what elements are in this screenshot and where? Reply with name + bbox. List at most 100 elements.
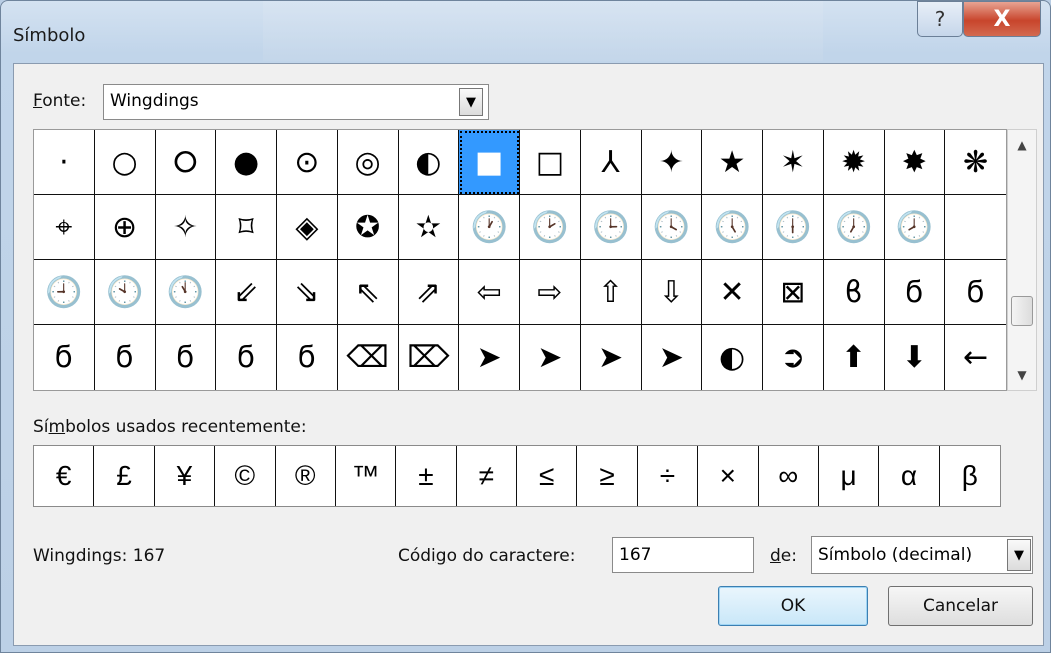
recent-symbol-cell[interactable]: ÷	[638, 446, 699, 506]
symbol-cell[interactable]: ◐	[398, 130, 460, 195]
char-code-label: Código do caractere:	[398, 546, 576, 566]
symbol-cell[interactable]: ⌖	[34, 195, 95, 260]
symbol-grid[interactable]: · ○ ⭘ ● ⊙ ◎ ◐ ■ □ ⅄ ✦ ★ ✶ ✹ ✸ ❋ ⌖ ⊕ ✧ ⌑ ◈ ✪ ✫ 🕐 🕑 🕒 🕓 🕔 🕕 🕖 🕗 🕘 🕙 🕚 ⇙ ⇘ ⇖ ⇗ ⇦ ⇨…	[33, 129, 1007, 391]
recent-symbol-cell[interactable]: ¥	[155, 446, 216, 506]
symbol-cell[interactable]: 🕒	[580, 195, 642, 260]
symbol-cell[interactable]: ◐	[702, 325, 763, 390]
from-dropdown-button[interactable]: ▼	[1007, 539, 1031, 571]
symbol-cell[interactable]: ■	[459, 130, 520, 195]
window-title: Símbolo	[13, 25, 86, 46]
font-select[interactable]: Wingdings	[103, 84, 489, 120]
symbol-cell[interactable]: ϐ	[823, 260, 885, 325]
symbol-cell[interactable]: ⅄	[580, 130, 642, 195]
symbol-cell[interactable]: ⇧	[580, 260, 642, 325]
recent-symbol-cell[interactable]: ∞	[759, 446, 819, 506]
from-select[interactable]: Símbolo (decimal)	[811, 536, 1033, 574]
symbol-cell[interactable]: ⌑	[216, 195, 277, 260]
scroll-down-icon[interactable]: ▼	[1008, 368, 1036, 382]
symbol-cell[interactable]: ⇖	[337, 260, 399, 325]
symbol-cell[interactable]: ❋	[945, 130, 1006, 195]
symbol-cell[interactable]: ✫	[398, 195, 460, 260]
symbol-cell[interactable]: ⊙	[277, 130, 338, 195]
symbol-cell[interactable]: 🕖	[823, 195, 885, 260]
cancel-button[interactable]: Cancelar	[888, 586, 1033, 626]
symbol-cell[interactable]: ·	[34, 130, 95, 195]
recent-symbol-cell[interactable]: ™	[336, 446, 397, 506]
font-dropdown-button[interactable]: ▼	[459, 88, 483, 116]
symbol-cell[interactable]: 🕙	[94, 260, 156, 325]
symbol-cell[interactable]: ◎	[337, 130, 399, 195]
symbol-cell[interactable]: ⊠	[763, 260, 824, 325]
symbol-cell[interactable]: ϭ	[884, 260, 946, 325]
recent-symbol-cell[interactable]: ≥	[577, 446, 638, 506]
symbol-cell[interactable]: 🕔	[702, 195, 763, 260]
scroll-up-icon[interactable]: ▲	[1008, 138, 1036, 152]
symbol-cell[interactable]: ➤	[642, 325, 703, 390]
help-button[interactable]: ?	[917, 1, 963, 37]
symbol-cell[interactable]: 🕗	[884, 195, 946, 260]
symbol-cell[interactable]: ⇘	[277, 260, 338, 325]
symbol-cell[interactable]: ➲	[763, 325, 824, 390]
symbol-cell[interactable]: ⊕	[94, 195, 156, 260]
recent-symbol-cell[interactable]: ×	[698, 446, 759, 506]
symbol-cell[interactable]: ⬆	[824, 325, 885, 390]
symbol-cell[interactable]: ⇗	[398, 260, 460, 325]
symbol-cell[interactable]: ←	[945, 325, 1006, 390]
font-label: Fonte:	[33, 91, 87, 111]
symbol-cell[interactable]: ϭ	[156, 325, 217, 390]
recent-symbol-cell[interactable]: ≤	[517, 446, 578, 506]
symbol-cell[interactable]: ⌦	[399, 325, 460, 390]
recent-symbol-cell[interactable]: ≠	[457, 446, 517, 506]
recent-symbol-cell[interactable]: £	[94, 446, 155, 506]
symbol-grid-scrollbar[interactable]: ▲ ▼	[1007, 129, 1037, 391]
symbol-cell[interactable]: ⌫	[338, 325, 399, 390]
symbol-cell[interactable]: ➤	[459, 325, 520, 390]
symbol-cell[interactable]: ϭ	[34, 325, 95, 390]
recent-symbol-cell[interactable]: ©	[215, 446, 276, 506]
recent-symbol-cell[interactable]: ®	[276, 446, 336, 506]
symbol-cell[interactable]: ◈	[277, 195, 338, 260]
symbol-cell[interactable]: ●	[216, 130, 277, 195]
symbol-cell[interactable]: 🕑	[520, 195, 581, 260]
symbol-cell[interactable]: ⇩	[641, 260, 703, 325]
symbol-cell[interactable]: ○	[94, 130, 156, 195]
symbol-cell[interactable]: ϭ	[216, 325, 277, 390]
symbol-cell[interactable]: 🕐	[459, 195, 520, 260]
symbol-cell[interactable]: 🕘	[34, 260, 95, 325]
symbol-cell[interactable]	[945, 195, 1006, 260]
recent-symbol-cell[interactable]: ±	[396, 446, 457, 506]
symbol-cell[interactable]: ϭ	[95, 325, 156, 390]
symbol-cell[interactable]: ⬇	[885, 325, 946, 390]
dialog-window: Símbolo ? X Fonte: Wingdings ▼ · ○ ⭘ ● ⊙ ◎ ◐ ■ □…	[0, 0, 1051, 653]
chevron-down-icon: ▼	[466, 94, 476, 110]
symbol-cell[interactable]: ★	[702, 130, 763, 195]
recent-symbol-cell[interactable]: β	[940, 446, 1000, 506]
symbol-cell[interactable]: ➤	[581, 325, 642, 390]
symbol-cell[interactable]: ✦	[641, 130, 703, 195]
scrollbar-thumb[interactable]	[1011, 296, 1033, 326]
symbol-cell[interactable]: 🕓	[641, 195, 703, 260]
symbol-cell[interactable]: 🕕	[763, 195, 824, 260]
symbol-cell[interactable]: 🕚	[155, 260, 217, 325]
recent-symbol-cell[interactable]: μ	[819, 446, 880, 506]
symbol-cell[interactable]: ➤	[520, 325, 581, 390]
symbol-cell[interactable]: ⇨	[520, 260, 581, 325]
symbol-cell[interactable]: ✶	[763, 130, 824, 195]
symbol-cell[interactable]: ✧	[155, 195, 217, 260]
recent-symbol-cell[interactable]: €	[34, 446, 95, 506]
recent-symbol-cell[interactable]: α	[879, 446, 940, 506]
char-code-input[interactable]: 167	[612, 537, 754, 573]
ok-button[interactable]: OK	[718, 586, 868, 626]
symbol-cell[interactable]: ⭘	[155, 130, 217, 195]
symbol-cell[interactable]: ✪	[337, 195, 399, 260]
recent-symbols-grid[interactable]: € £ ¥ © ® ™ ± ≠ ≤ ≥ ÷ × ∞ μ α β	[33, 445, 1001, 507]
symbol-cell[interactable]: ϭ	[277, 325, 338, 390]
symbol-cell[interactable]: ✹	[823, 130, 885, 195]
symbol-cell[interactable]: ⇦	[459, 260, 520, 325]
symbol-cell[interactable]: ✕	[702, 260, 763, 325]
symbol-cell[interactable]: ϭ	[945, 260, 1006, 325]
symbol-cell[interactable]: ⇙	[216, 260, 277, 325]
symbol-cell[interactable]: ✸	[884, 130, 946, 195]
close-button[interactable]: X	[963, 1, 1041, 37]
symbol-cell[interactable]: □	[520, 130, 581, 195]
